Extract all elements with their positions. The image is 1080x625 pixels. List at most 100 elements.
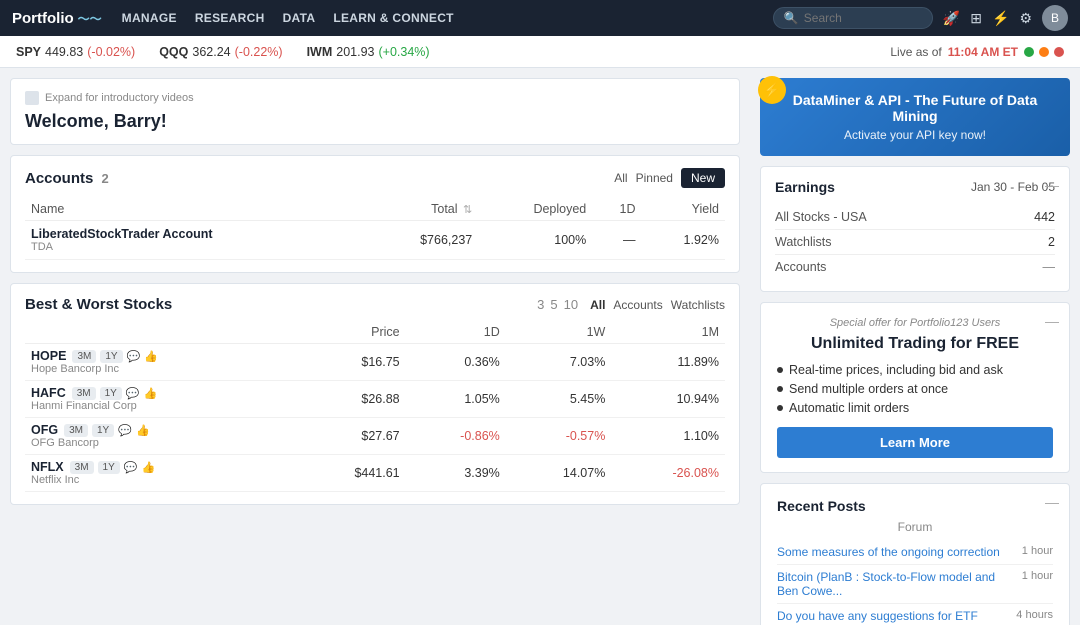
thumbs-up-icon[interactable]: 👍 [144,350,158,363]
unlimited-title: Unlimited Trading for FREE [777,335,1053,353]
logo-text: Portfolio [12,10,74,27]
earnings-row-accounts: Accounts — [775,255,1055,279]
thumbs-up-icon[interactable]: 👍 [144,387,158,400]
learn-more-button[interactable]: Learn More [777,427,1053,458]
recent-posts-card: — Recent Posts Forum Some measures of th… [760,483,1070,625]
bw-filter-accounts[interactable]: Accounts [613,298,662,312]
thumbs-up-icon[interactable]: 👍 [136,424,150,437]
badge-3m[interactable]: 3M [64,424,88,437]
accounts-pinned-filter[interactable]: Pinned [636,171,673,185]
post-text-1[interactable]: Bitcoin (PlanB : Stock-to-Flow model and… [777,570,1014,598]
bullet-text-2: Automatic limit orders [789,401,909,415]
earnings-val-1: 2 [1048,235,1055,249]
badge-3m[interactable]: 3M [72,350,96,363]
nav-right: 🔍 🚀 ⊞ ⚡ ⚙ B [773,5,1068,31]
bw-price: $16.75 [295,344,406,381]
ticker-iwm-sym: IWM [307,45,333,59]
avatar[interactable]: B [1042,5,1068,31]
ticker-qqq[interactable]: QQQ 362.24 (-0.22%) [159,45,282,59]
bw-num-5[interactable]: 5 [550,297,557,312]
bw-num-3[interactable]: 3 [537,297,544,312]
bullet-text-1: Send multiple orders at once [789,382,948,396]
lightning-icon[interactable]: ⚡ [992,10,1009,27]
chat-icon[interactable]: 💬 [126,387,140,400]
badge-1y[interactable]: 1Y [92,424,114,437]
post-text-2[interactable]: Do you have any suggestions for ETF rota… [777,609,1008,625]
stock-sym: NFLX [31,460,64,474]
bw-row: HAFC 3M 1Y 💬 👍 Hanmi Financial Corp $26.… [25,381,725,418]
recent-posts-close-icon[interactable]: — [1045,494,1059,510]
earnings-label-2: Accounts [775,260,826,274]
chat-icon[interactable]: 💬 [127,350,141,363]
promo-sub: Activate your API key now! [776,128,1054,142]
post-time-2: 4 hours [1016,609,1053,625]
earnings-close-icon[interactable]: — [1045,177,1059,193]
bw-col-1d: 1D [406,321,506,344]
bw-nums: 3 5 10 [537,297,578,312]
bullet-text-0: Real-time prices, including bid and ask [789,363,1003,377]
nav-learn-connect[interactable]: LEARN & CONNECT [333,11,454,25]
best-worst-card: Best & Worst Stocks 3 5 10 All Accounts … [10,283,740,505]
nav-research[interactable]: RESEARCH [195,11,265,25]
settings-icon[interactable]: ⚙ [1019,10,1032,27]
bw-1w: 5.45% [506,381,612,418]
nav-data[interactable]: DATA [283,11,316,25]
ticker-iwm[interactable]: IWM 201.93 (+0.34%) [307,45,430,59]
thumbs-up-icon[interactable]: 👍 [141,461,155,474]
live-time: 11:04 AM ET [948,45,1018,59]
bw-table: Price 1D 1W 1M HOPE 3M 1Y 💬 [25,321,725,492]
chat-icon[interactable]: 💬 [118,424,132,437]
dot-red [1054,47,1064,57]
promo-banner[interactable]: ⚡ DataMiner & API - The Future of Data M… [760,78,1070,156]
earnings-card: — Earnings Jan 30 - Feb 05 All Stocks - … [760,166,1070,292]
ticker-qqq-sym: QQQ [159,45,188,59]
ticker-iwm-price: 201.93 [336,45,374,59]
chat-icon[interactable]: 💬 [124,461,138,474]
bw-col-1m: 1M [611,321,725,344]
earnings-row-all: All Stocks - USA 442 [775,205,1055,230]
search-box[interactable]: 🔍 [773,7,933,29]
expand-bar[interactable]: Expand for introductory videos [25,91,725,105]
accounts-all-filter[interactable]: All [614,171,627,185]
bw-num-10[interactable]: 10 [564,297,578,312]
status-dots [1024,47,1064,57]
badge-1y[interactable]: 1Y [100,387,122,400]
stock-badges: 3M 1Y 💬 👍 [72,387,158,400]
account-1d: — [592,221,641,260]
bw-filters: All Accounts Watchlists [590,298,725,312]
rocket-icon[interactable]: 🚀 [943,10,960,27]
promo-title: DataMiner & API - The Future of Data Min… [776,92,1054,124]
unlimited-close-icon[interactable]: — [1045,313,1059,329]
badge-3m[interactable]: 3M [72,387,96,400]
bw-col-1w: 1W [506,321,612,344]
stock-sub: Hanmi Financial Corp [31,400,289,412]
badge-3m[interactable]: 3M [70,461,94,474]
accounts-new-button[interactable]: New [681,168,725,188]
ticker-live: Live as of 11:04 AM ET [890,45,1064,59]
bullet-dot-0 [777,367,783,373]
badge-1y[interactable]: 1Y [100,350,122,363]
dot-green [1024,47,1034,57]
col-1d: 1D [592,198,641,221]
grid-icon[interactable]: ⊞ [970,10,982,27]
bw-price: $26.88 [295,381,406,418]
nav-links: MANAGE RESEARCH DATA LEARN & CONNECT [122,11,753,25]
nav-manage[interactable]: MANAGE [122,11,177,25]
bw-cell-name: HAFC 3M 1Y 💬 👍 Hanmi Financial Corp [25,381,295,418]
post-text-0[interactable]: Some measures of the ongoing correction [777,545,1014,559]
badge-1y[interactable]: 1Y [98,461,120,474]
search-input[interactable] [804,11,924,25]
account-name-cell: LiberatedStockTrader Account TDA [25,221,365,260]
bw-1d: 3.39% [406,455,506,492]
accounts-count: 2 [102,171,109,186]
stock-badges: 3M 1Y 💬 👍 [72,350,158,363]
forum-label: Forum [777,520,1053,534]
recent-post-row: Bitcoin (PlanB : Stock-to-Flow model and… [777,565,1053,604]
welcome-card: Expand for introductory videos Welcome, … [10,78,740,145]
bw-filter-watchlists[interactable]: Watchlists [671,298,725,312]
bw-filter-all[interactable]: All [590,298,605,312]
earnings-val-0: 442 [1034,210,1055,224]
bw-row: OFG 3M 1Y 💬 👍 OFG Bancorp $27.67 -0.86% … [25,418,725,455]
search-icon: 🔍 [784,11,799,25]
ticker-spy[interactable]: SPY 449.83 (-0.02%) [16,45,135,59]
